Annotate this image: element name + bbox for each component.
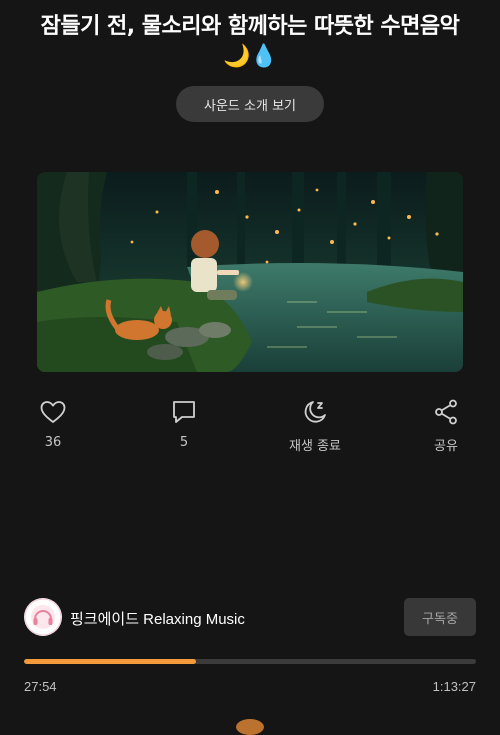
subscribe-button[interactable]: 구독중: [404, 598, 476, 636]
sound-intro-button[interactable]: 사운드 소개 보기: [176, 86, 324, 122]
comment-button[interactable]: 5: [139, 398, 229, 450]
share-label: 공유: [434, 439, 458, 454]
page-title: 잠들기 전, 물소리와 함께하는 따뜻한 수면음악 🌙💧: [40, 14, 460, 69]
share-icon: [435, 399, 457, 425]
action-bar: 36 5 재생 종료 공유: [0, 398, 500, 458]
like-button[interactable]: 36: [8, 398, 98, 450]
channel-row: 핑크에이드 Relaxing Music 구독중: [24, 598, 476, 638]
channel-avatar[interactable]: [24, 598, 62, 636]
total-time: 1:13:27: [432, 679, 476, 694]
sleep-timer-button[interactable]: 재생 종료: [270, 398, 360, 454]
headphones-logo-icon: [24, 598, 62, 636]
comment-icon: [173, 401, 195, 423]
comment-count: 5: [179, 435, 189, 450]
like-count: 36: [44, 435, 62, 450]
progress-fill: [24, 659, 196, 664]
current-time: 27:54: [24, 679, 57, 694]
cover-artwork: [37, 172, 463, 372]
sleep-timer-label: 재생 종료: [289, 439, 341, 454]
share-button[interactable]: 공유: [401, 398, 491, 454]
next-content-peek: [236, 719, 264, 735]
progress-bar[interactable]: [24, 659, 476, 664]
moon-zz-icon: [304, 401, 326, 423]
heart-icon: [40, 401, 66, 423]
channel-name[interactable]: 핑크에이드 Relaxing Music: [70, 608, 245, 629]
